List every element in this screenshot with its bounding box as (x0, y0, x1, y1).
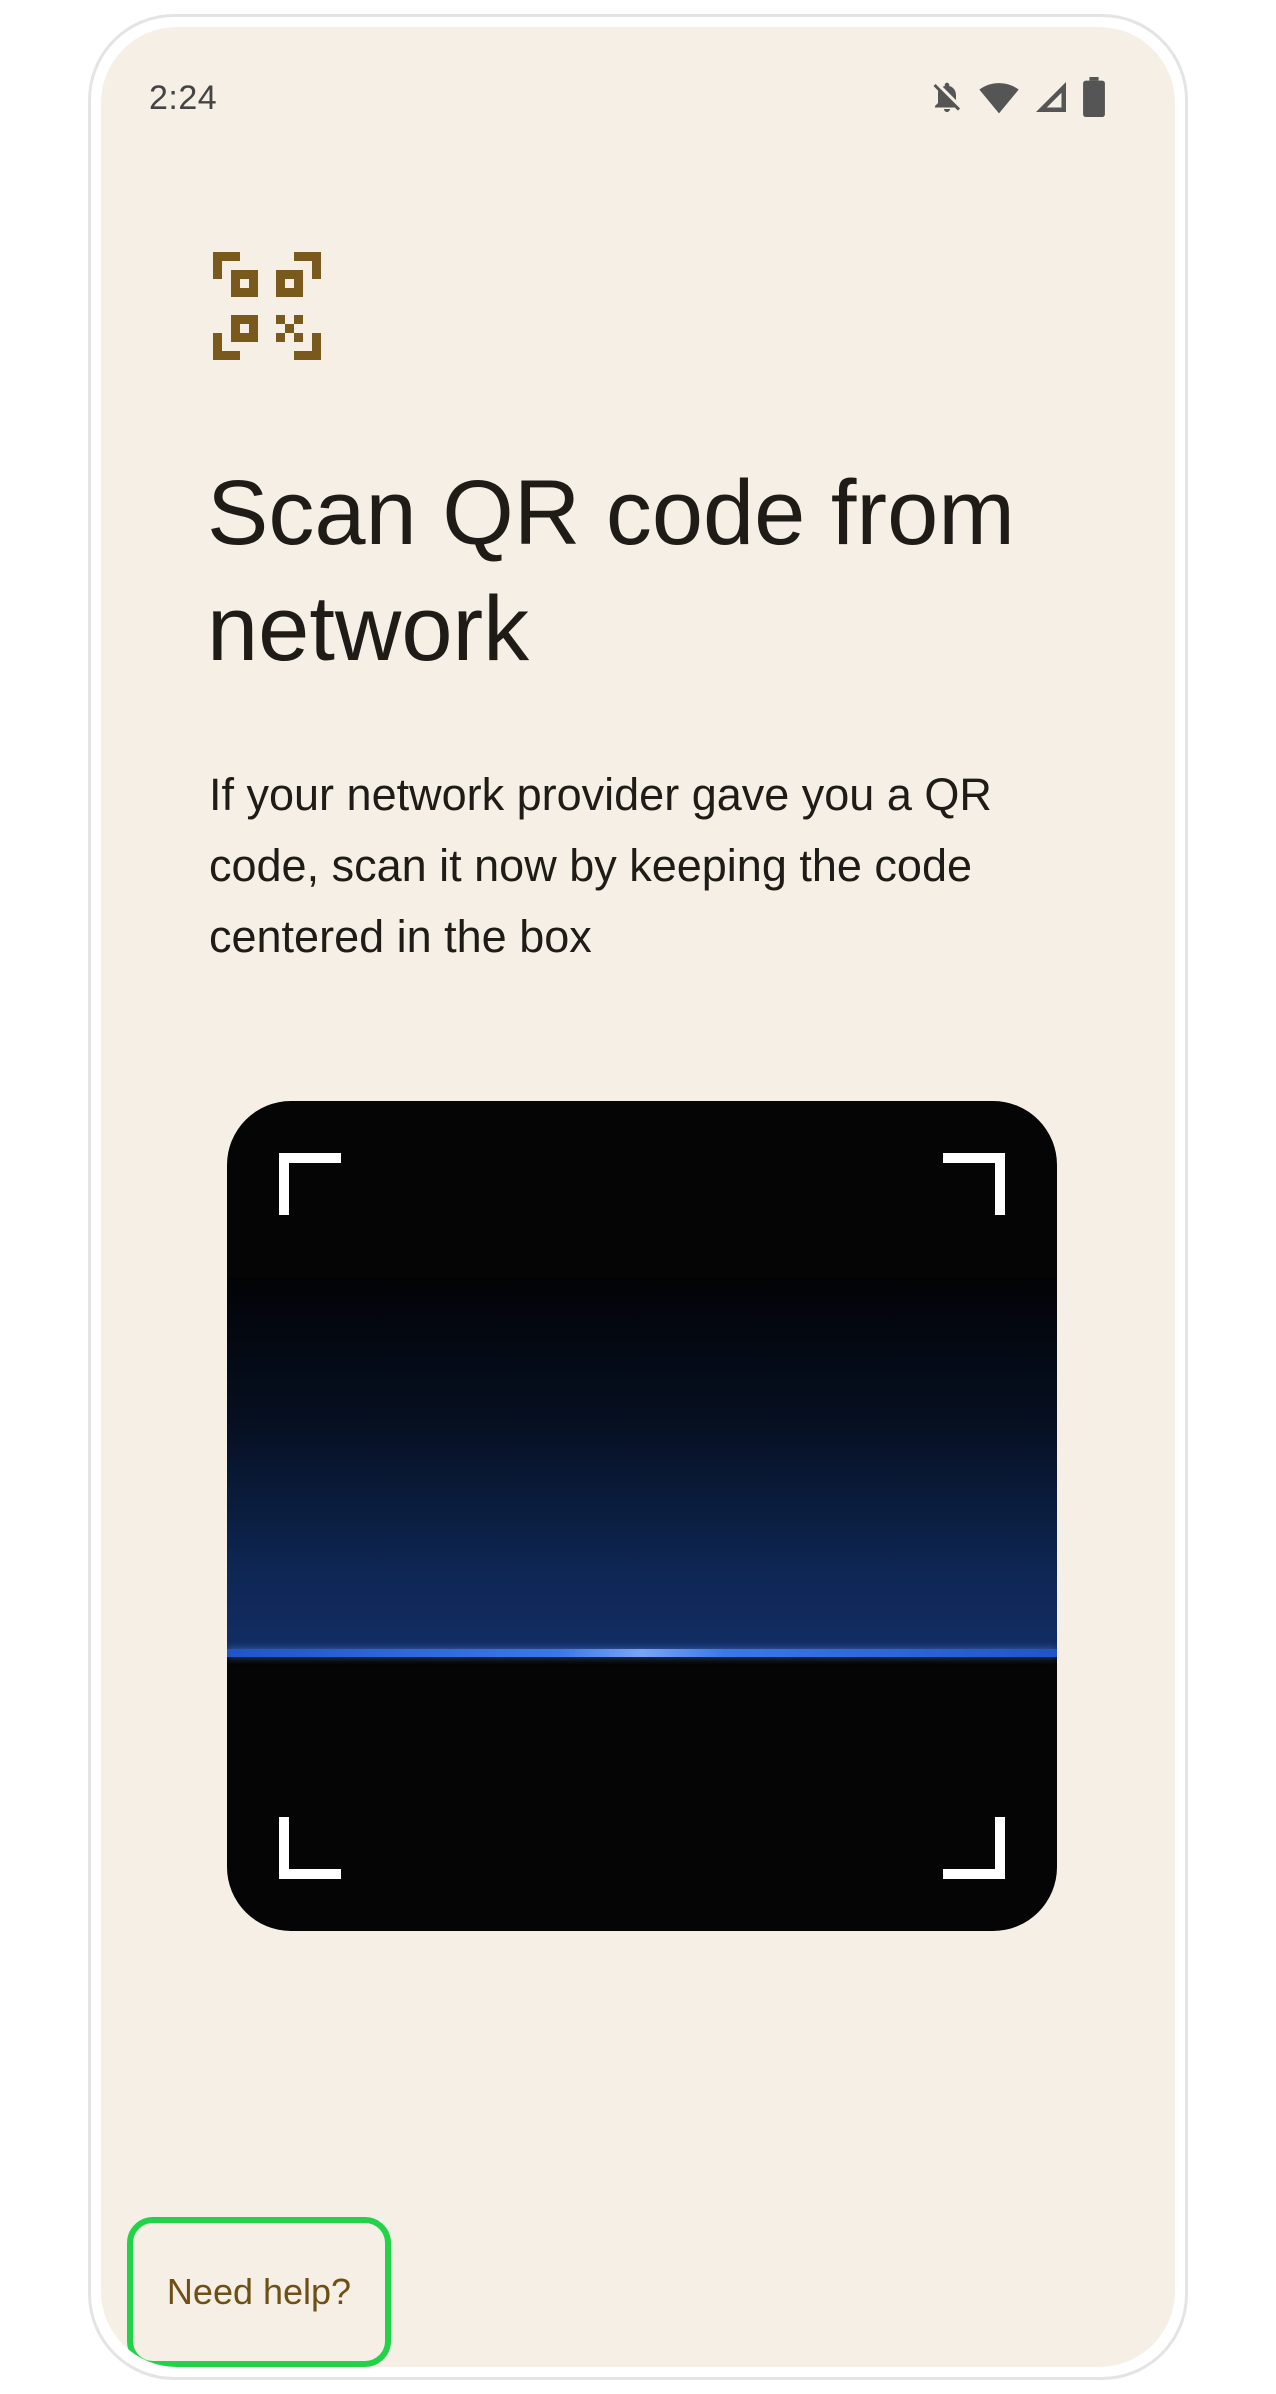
status-bar: 2:24 (101, 27, 1175, 177)
viewfinder-corner-bottom-left (279, 1817, 341, 1879)
cell-signal-icon (1033, 79, 1069, 115)
status-time: 2:24 (149, 79, 218, 117)
qr-code-icon (213, 252, 321, 360)
viewfinder-corner-top-left (279, 1153, 341, 1215)
page-title: Scan QR code from network (207, 462, 1015, 680)
notifications-off-icon (929, 77, 965, 117)
wifi-icon (979, 79, 1019, 115)
status-icons (929, 77, 1105, 117)
viewfinder-corner-top-right (943, 1153, 1005, 1215)
scan-line (227, 1649, 1057, 1657)
need-help-button[interactable]: Need help? (127, 2217, 391, 2367)
screen: 2:24 Scan QR code from network If your n… (101, 27, 1175, 2367)
page-description: If your network provider gave you a QR c… (209, 769, 992, 962)
battery-icon (1083, 77, 1105, 117)
phone-frame: 2:24 Scan QR code from network If your n… (88, 14, 1188, 2380)
viewfinder-corner-bottom-right (943, 1817, 1005, 1879)
qr-scanner-viewfinder (227, 1101, 1057, 1931)
scanner-glow (227, 1277, 1057, 1649)
